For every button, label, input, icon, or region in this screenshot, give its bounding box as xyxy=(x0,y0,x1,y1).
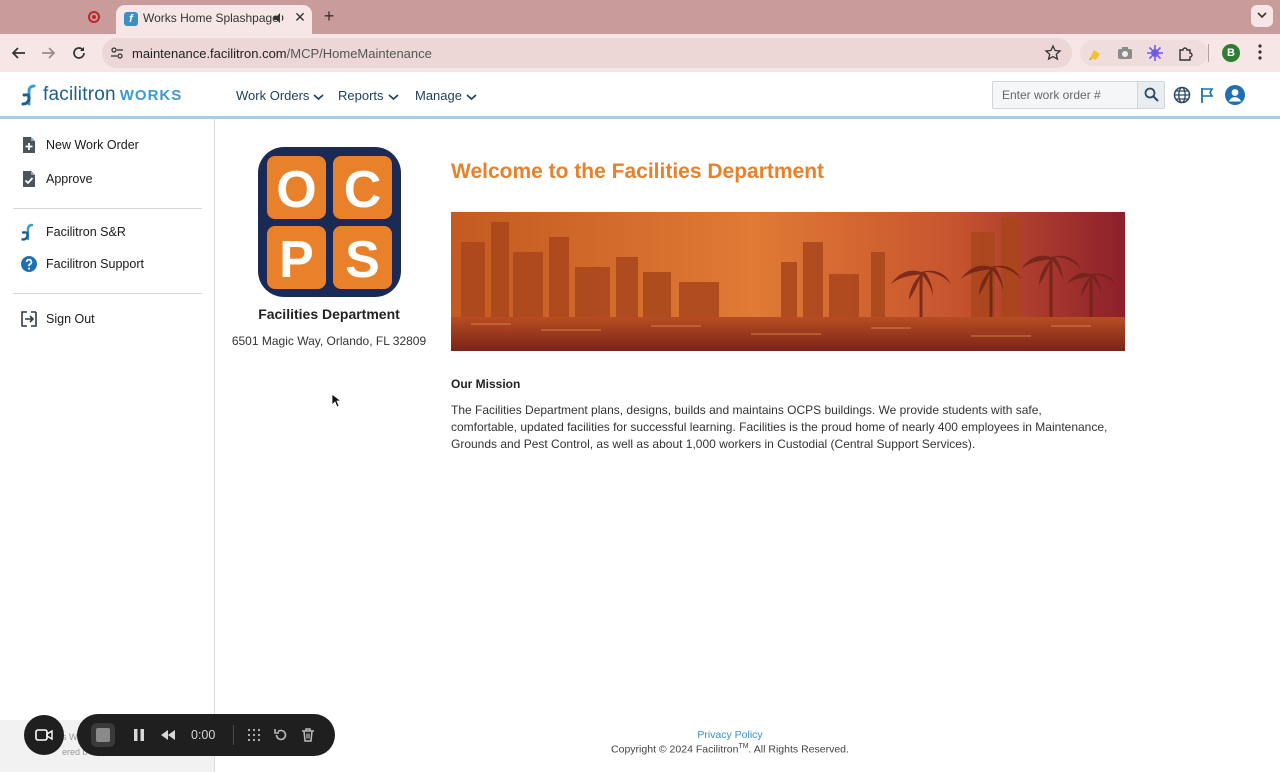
favicon-icon: f xyxy=(124,12,138,26)
tab-search-chevron-icon[interactable] xyxy=(1251,5,1273,27)
mouse-cursor xyxy=(331,393,341,408)
sidebar-item-label: Facilitron S&R xyxy=(46,225,126,239)
back-icon[interactable] xyxy=(8,42,30,64)
sidebar-item-label: Approve xyxy=(46,172,93,186)
sidebar-item-label: New Work Order xyxy=(46,138,139,152)
mission-heading: Our Mission xyxy=(451,377,521,391)
nav-manage-label: Manage xyxy=(415,88,462,103)
sidebar-item-label: Facilitron Support xyxy=(46,257,144,271)
puzzle-icon[interactable] xyxy=(1177,44,1195,62)
copyright-prefix: Copyright © 2024 Facilitron xyxy=(611,743,739,756)
help-icon xyxy=(21,256,37,272)
camera-toggle-button[interactable] xyxy=(24,715,64,755)
star-icon[interactable] xyxy=(1044,44,1062,62)
browser-tab-bar: f Works Home Splashpage ✕ + xyxy=(0,0,1280,34)
url-text: maintenance.facilitron.com/MCP/HomeMaint… xyxy=(132,46,432,61)
page-title: Welcome to the Facilities Department xyxy=(451,160,825,183)
sidebar: New Work Order Approve Facilitron S&R Fa… xyxy=(0,119,215,772)
forward-icon[interactable] xyxy=(37,42,59,64)
page-footer: Privacy Policy Copyright © 2024 Facilitr… xyxy=(520,729,940,756)
nav-work-orders[interactable]: Work Orders xyxy=(236,88,324,103)
work-order-search xyxy=(992,81,1165,109)
stop-icon xyxy=(96,728,110,742)
logo-letter-o: O xyxy=(276,161,316,219)
app-header: facilitron WORKS Work Orders Reports Mana… xyxy=(0,72,1280,119)
sidebar-item-label: Sign Out xyxy=(46,312,95,326)
globe-icon[interactable] xyxy=(1172,85,1192,105)
tab-close-icon[interactable]: ✕ xyxy=(292,8,308,26)
facilitron-works-logo[interactable]: facilitron WORKS xyxy=(20,83,182,109)
address-bar[interactable]: maintenance.facilitron.com/MCP/HomeMaint… xyxy=(102,38,1072,68)
logo-works: WORKS xyxy=(119,86,183,104)
work-order-search-input[interactable] xyxy=(993,82,1137,108)
logo-letter-c: C xyxy=(344,161,382,219)
logo-letter-s: S xyxy=(345,231,380,289)
sign-out-icon xyxy=(21,311,37,327)
tab-title: Works Home Splashpage xyxy=(143,11,279,25)
copyright-text: Copyright © 2024 FacilitronTM. All Right… xyxy=(520,743,940,756)
logo-wordmark: facilitron xyxy=(43,84,116,105)
reload-icon[interactable] xyxy=(68,42,90,64)
mission-paragraph: The Facilities Department plans, designs… xyxy=(451,403,1108,451)
new-tab-plus-icon[interactable]: + xyxy=(320,6,338,26)
extension-icon[interactable] xyxy=(1146,44,1164,62)
trash-icon[interactable] xyxy=(300,727,316,743)
url-path: /MCP/HomeMaintenance xyxy=(286,46,432,61)
sidebar-item-facilitron-support[interactable]: Facilitron Support xyxy=(20,255,144,277)
grid-icon[interactable] xyxy=(246,727,262,743)
department-name: Facilities Department xyxy=(258,306,400,322)
audio-icon[interactable] xyxy=(272,11,286,25)
sidebar-divider xyxy=(13,293,202,294)
recorder-divider xyxy=(233,725,234,745)
sidebar-item-facilitron-sr[interactable]: Facilitron S&R xyxy=(20,223,126,245)
chevron-down-icon xyxy=(313,93,324,100)
nav-reports-label: Reports xyxy=(338,88,384,103)
trademark-mark: TM xyxy=(738,743,749,750)
facilitron-logo-icon xyxy=(21,84,36,106)
stop-recording-button[interactable] xyxy=(91,723,115,747)
privacy-policy-link[interactable]: Privacy Policy xyxy=(520,729,940,741)
rewind-icon[interactable] xyxy=(160,727,176,743)
flag-icon[interactable] xyxy=(1198,85,1218,105)
nav-manage[interactable]: Manage xyxy=(415,88,477,103)
user-icon[interactable] xyxy=(1224,84,1246,106)
recording-control-bar: 0:00 xyxy=(77,714,335,756)
url-host: maintenance.facilitron.com xyxy=(132,46,287,61)
recording-timer: 0:00 xyxy=(191,728,216,742)
search-button[interactable] xyxy=(1137,82,1164,108)
sidebar-item-approve[interactable]: Approve xyxy=(20,170,93,192)
pause-icon[interactable] xyxy=(131,727,147,743)
department-address: 6501 Magic Way, Orlando, FL 32809 xyxy=(231,334,427,348)
chevron-down-icon xyxy=(466,93,477,100)
site-info-icon[interactable] xyxy=(110,46,124,60)
facilitron-icon xyxy=(21,223,34,241)
chevron-down-icon xyxy=(387,93,399,100)
kebab-icon[interactable] xyxy=(1253,44,1267,62)
nav-reports[interactable]: Reports xyxy=(338,88,399,103)
approve-document-icon xyxy=(23,171,35,187)
city-skyline-banner xyxy=(451,212,1125,351)
profile-avatar[interactable]: B xyxy=(1222,44,1240,62)
ocps-logo: O C P S xyxy=(258,147,401,297)
video-camera-icon xyxy=(35,729,53,741)
browser-tab[interactable]: f Works Home Splashpage ✕ xyxy=(116,5,312,34)
record-icon[interactable] xyxy=(88,11,100,23)
search-icon xyxy=(1144,87,1159,102)
copyright-suffix: . All Rights Reserved. xyxy=(748,743,849,756)
highlighter-extension-icon[interactable] xyxy=(1087,44,1105,62)
sidebar-footer-line1: s W xyxy=(62,732,78,742)
toolbar-divider xyxy=(1208,44,1209,62)
logo-letter-p: P xyxy=(279,231,314,289)
sidebar-item-new-work-order[interactable]: New Work Order xyxy=(20,136,139,158)
nav-work-orders-label: Work Orders xyxy=(236,88,310,103)
camera-icon[interactable] xyxy=(1116,44,1134,62)
sidebar-item-sign-out[interactable]: Sign Out xyxy=(20,310,95,332)
restart-icon[interactable] xyxy=(273,727,289,743)
new-document-icon xyxy=(23,137,35,153)
sidebar-divider xyxy=(13,208,202,209)
